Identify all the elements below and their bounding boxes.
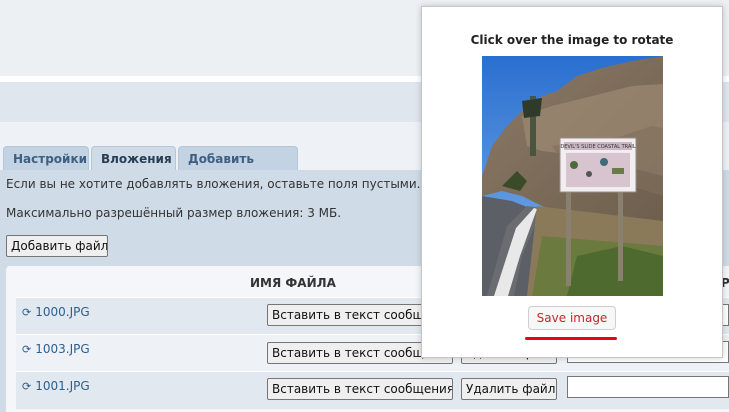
dialog-title: Click over the image to rotate [470,33,674,47]
file-link[interactable]: ⟳ 1003.JPG [22,342,90,356]
tab-settings[interactable]: Настройки [3,146,89,170]
refresh-icon: ⟳ [22,306,32,319]
file-link[interactable]: ⟳ 1001.JPG [22,379,90,393]
file-link[interactable]: ⟳ 1000.JPG [22,305,90,319]
file-name[interactable]: 1000.JPG [35,305,89,319]
sign-text: DEVIL'S SLIDE COASTAL TRAIL [560,144,635,150]
file-comment-input[interactable] [567,376,729,398]
file-name[interactable]: 1001.JPG [35,379,89,393]
delete-file-button[interactable]: Удалить файл [461,378,557,400]
max-size-text: Максимально разрешённый размер вложения:… [6,206,342,220]
insert-into-message-button[interactable]: Вставить в текст сообщения [267,378,453,400]
highlight-underline [525,337,617,340]
attachments-info: Если вы не хотите добавлять вложения, ос… [6,177,434,191]
refresh-icon: ⟳ [22,343,32,356]
add-files-button[interactable]: Добавить файлы [6,235,108,257]
save-image-button[interactable]: Save image [528,306,616,330]
tab-add-poll[interactable]: Добавить опрос [178,146,298,190]
rotate-image-dialog: Click over the image to rotate DEVIL'S S… [421,6,723,358]
column-header-filename: ИМЯ ФАЙЛА [250,276,336,290]
rotatable-photo[interactable]: DEVIL'S SLIDE COASTAL TRAIL [482,56,663,296]
tab-attachments[interactable]: Вложения [91,146,176,171]
file-name[interactable]: 1003.JPG [35,342,89,356]
refresh-icon: ⟳ [22,380,32,393]
